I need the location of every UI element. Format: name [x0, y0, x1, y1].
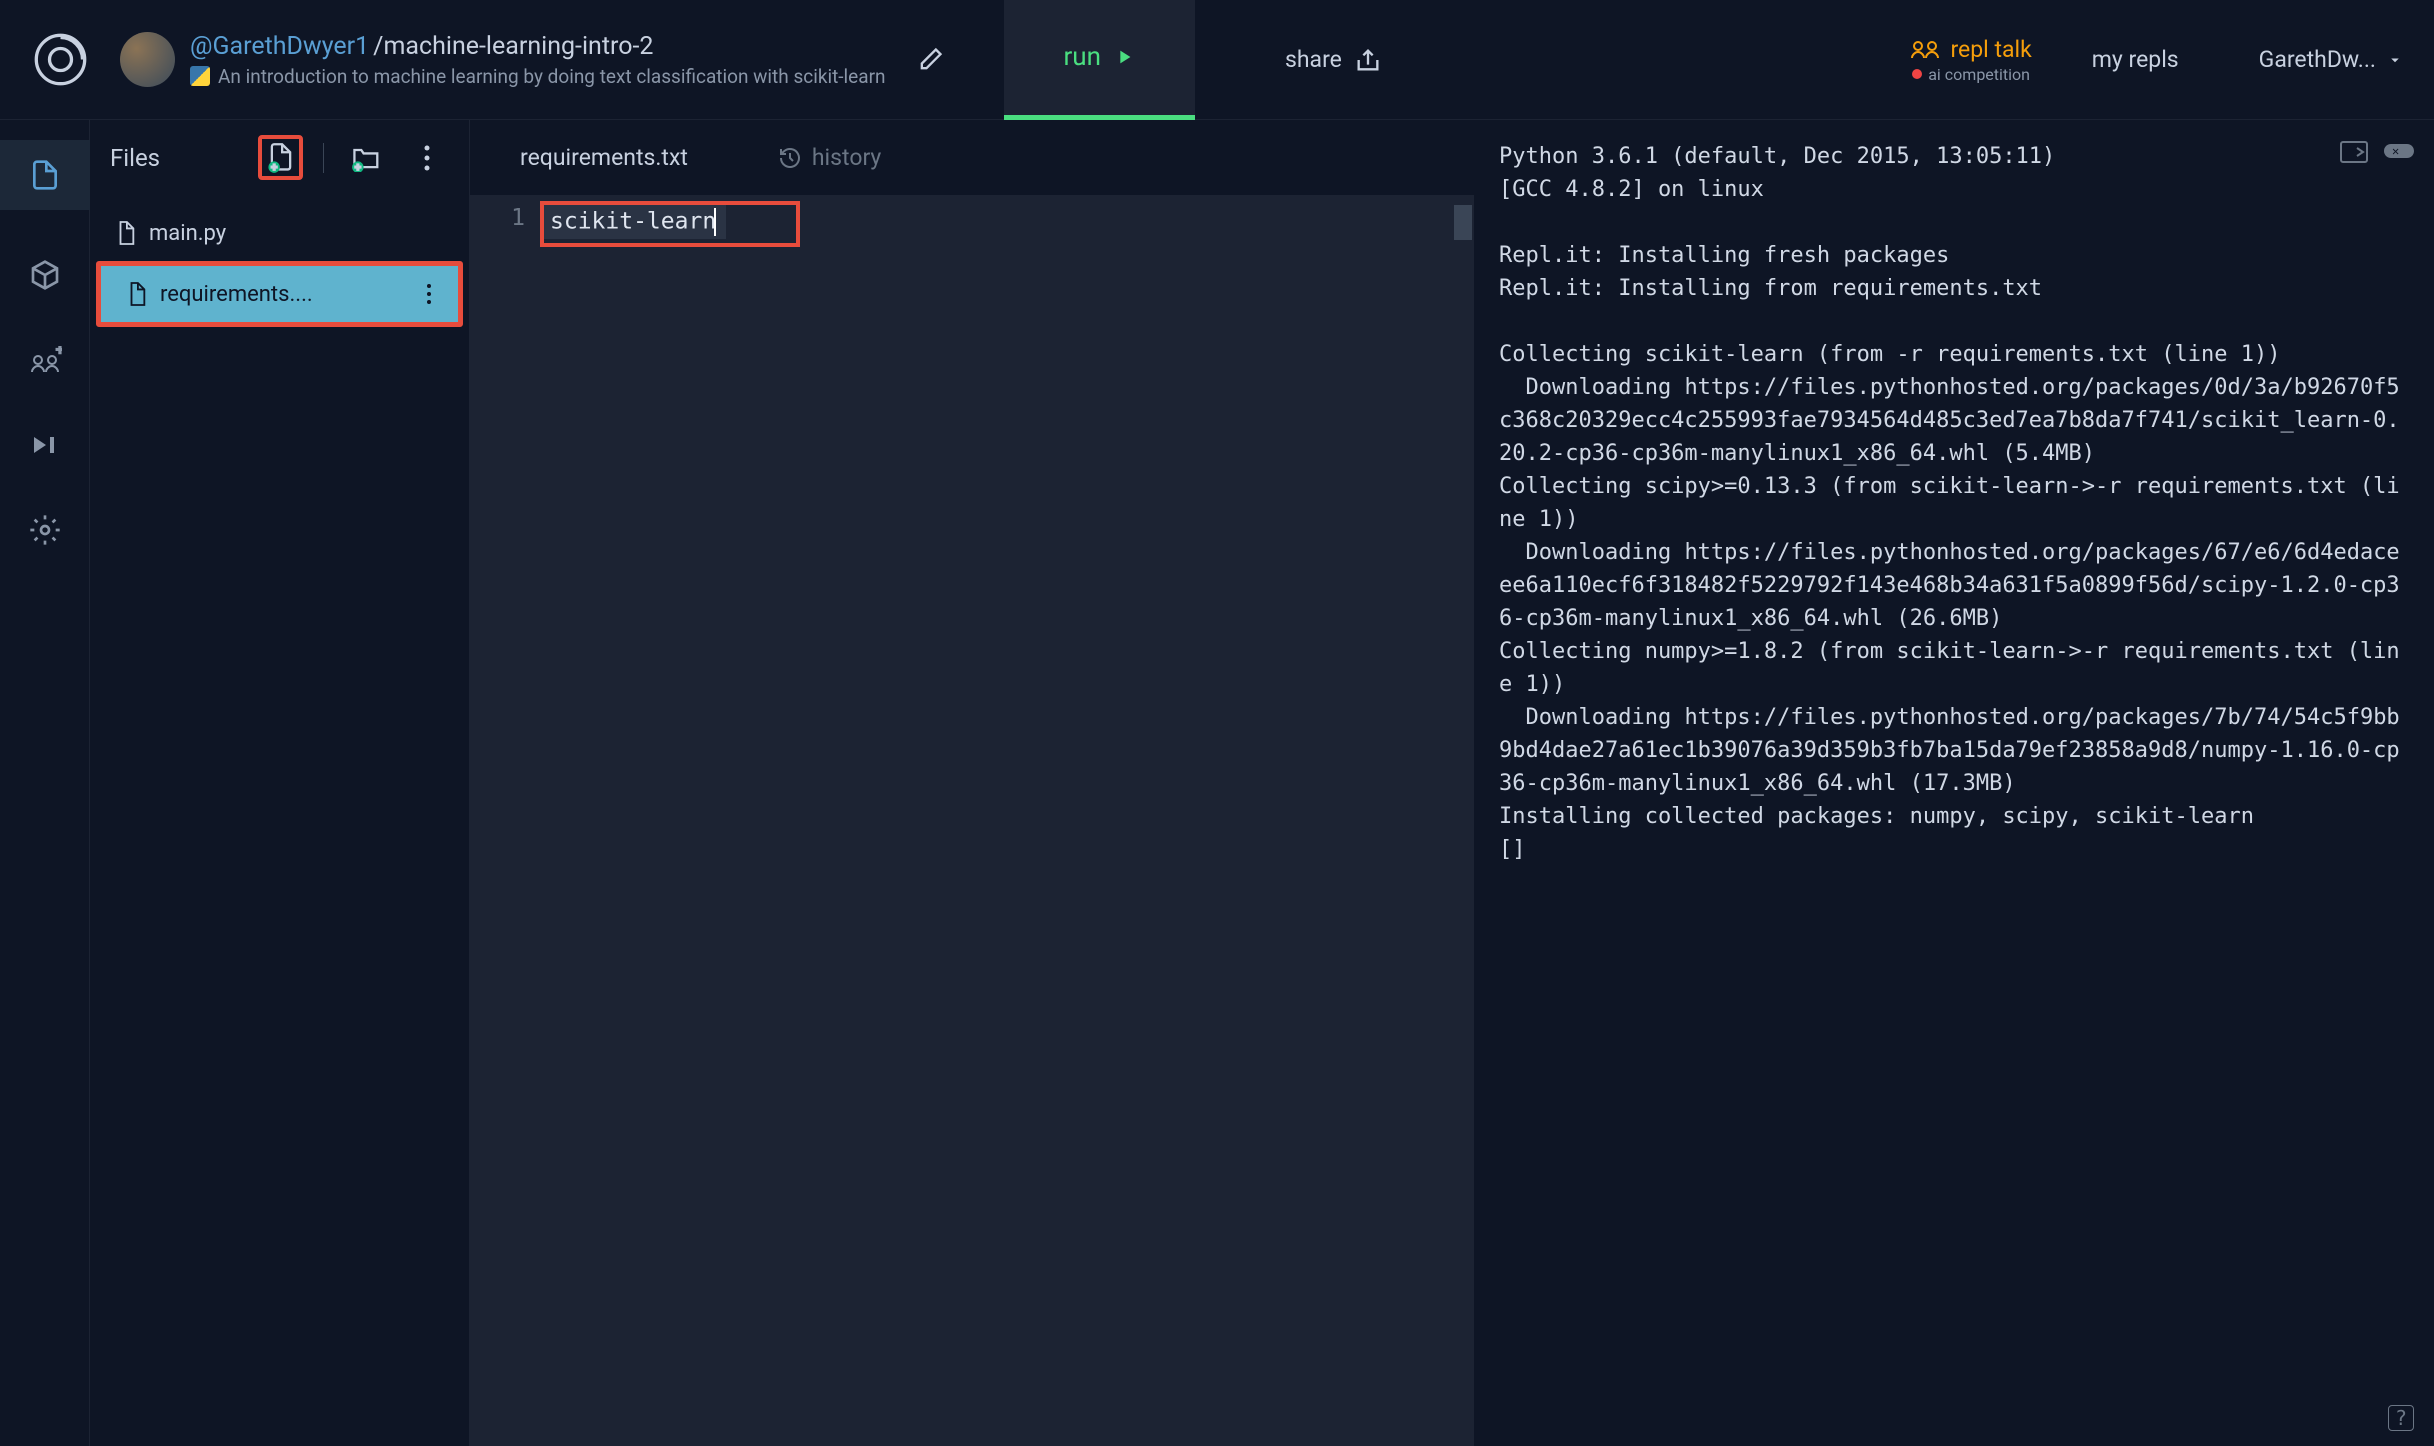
repl-talk-link[interactable]: repl talk ai competition [1910, 36, 2031, 84]
editor-tabs: requirements.txt history [470, 120, 1474, 195]
files-menu-button[interactable] [404, 135, 449, 180]
new-file-button[interactable]: + [258, 135, 303, 180]
run-button[interactable]: run [1004, 0, 1196, 120]
multiplayer-nav-icon[interactable]: + [25, 340, 65, 380]
files-header: Files + + [90, 120, 469, 195]
file-item-menu[interactable] [425, 282, 433, 306]
file-item-main[interactable]: main.py [90, 205, 469, 261]
breadcrumb: @GarethDwyer1/machine-learning-intro-2 A… [190, 32, 886, 88]
edit-icon[interactable] [916, 46, 944, 74]
header: @GarethDwyer1/machine-learning-intro-2 A… [0, 0, 2434, 120]
settings-nav-icon[interactable] [25, 510, 65, 550]
files-panel: Files + + main.py requirements.... [90, 120, 470, 1446]
avatar[interactable] [120, 32, 175, 87]
files-title: Files [110, 144, 243, 172]
username-link[interactable]: @GarethDwyer1 [190, 32, 369, 61]
editor-panel: requirements.txt history 1 scikit-learn [470, 120, 1474, 1446]
svg-text:+: + [56, 346, 62, 358]
svg-text:✕: ✕ [2392, 144, 2399, 158]
console-output: Python 3.6.1 (default, Dec 2015, 13:05:1… [1499, 140, 2409, 866]
share-button[interactable]: share [1285, 46, 1382, 74]
debugger-nav-icon[interactable] [25, 425, 65, 465]
clear-console-icon[interactable]: ✕ [2384, 140, 2414, 164]
history-icon [778, 146, 802, 170]
svg-text:+: + [271, 160, 277, 173]
main: + Files + + main.py [0, 120, 2434, 1446]
console-panel: ✕ Python 3.6.1 (default, Dec 2015, 13:05… [1474, 120, 2434, 1446]
file-icon [115, 220, 137, 246]
repo-name[interactable]: /machine-learning-intro-2 [373, 32, 653, 61]
replit-logo[interactable] [30, 30, 90, 90]
chevron-down-icon [2386, 51, 2404, 69]
user-menu[interactable]: GarethDw... [2259, 46, 2404, 73]
file-item-requirements[interactable]: requirements.... [96, 261, 463, 327]
file-icon [126, 281, 148, 307]
files-nav-icon[interactable] [0, 140, 90, 210]
divider [323, 143, 324, 173]
repo-description: An introduction to machine learning by d… [218, 65, 886, 88]
code-content[interactable]: scikit-learn [540, 195, 1474, 1446]
help-icon[interactable]: ? [2388, 1405, 2414, 1431]
notification-dot-icon [1912, 69, 1922, 79]
open-tab-icon[interactable] [2339, 140, 2369, 164]
new-folder-button[interactable]: + [344, 135, 389, 180]
side-nav: + [0, 120, 90, 1446]
file-list: main.py requirements.... [90, 195, 469, 337]
tab-requirements[interactable]: requirements.txt [500, 134, 708, 181]
editor[interactable]: 1 scikit-learn [470, 195, 1474, 1446]
minimap[interactable] [1454, 205, 1472, 240]
gutter: 1 [470, 195, 540, 1446]
tab-history[interactable]: history [758, 134, 901, 181]
svg-text:+: + [354, 160, 360, 171]
my-repls-link[interactable]: my repls [2092, 46, 2179, 73]
packages-nav-icon[interactable] [25, 255, 65, 295]
cursor [714, 208, 716, 236]
python-icon [190, 66, 210, 86]
